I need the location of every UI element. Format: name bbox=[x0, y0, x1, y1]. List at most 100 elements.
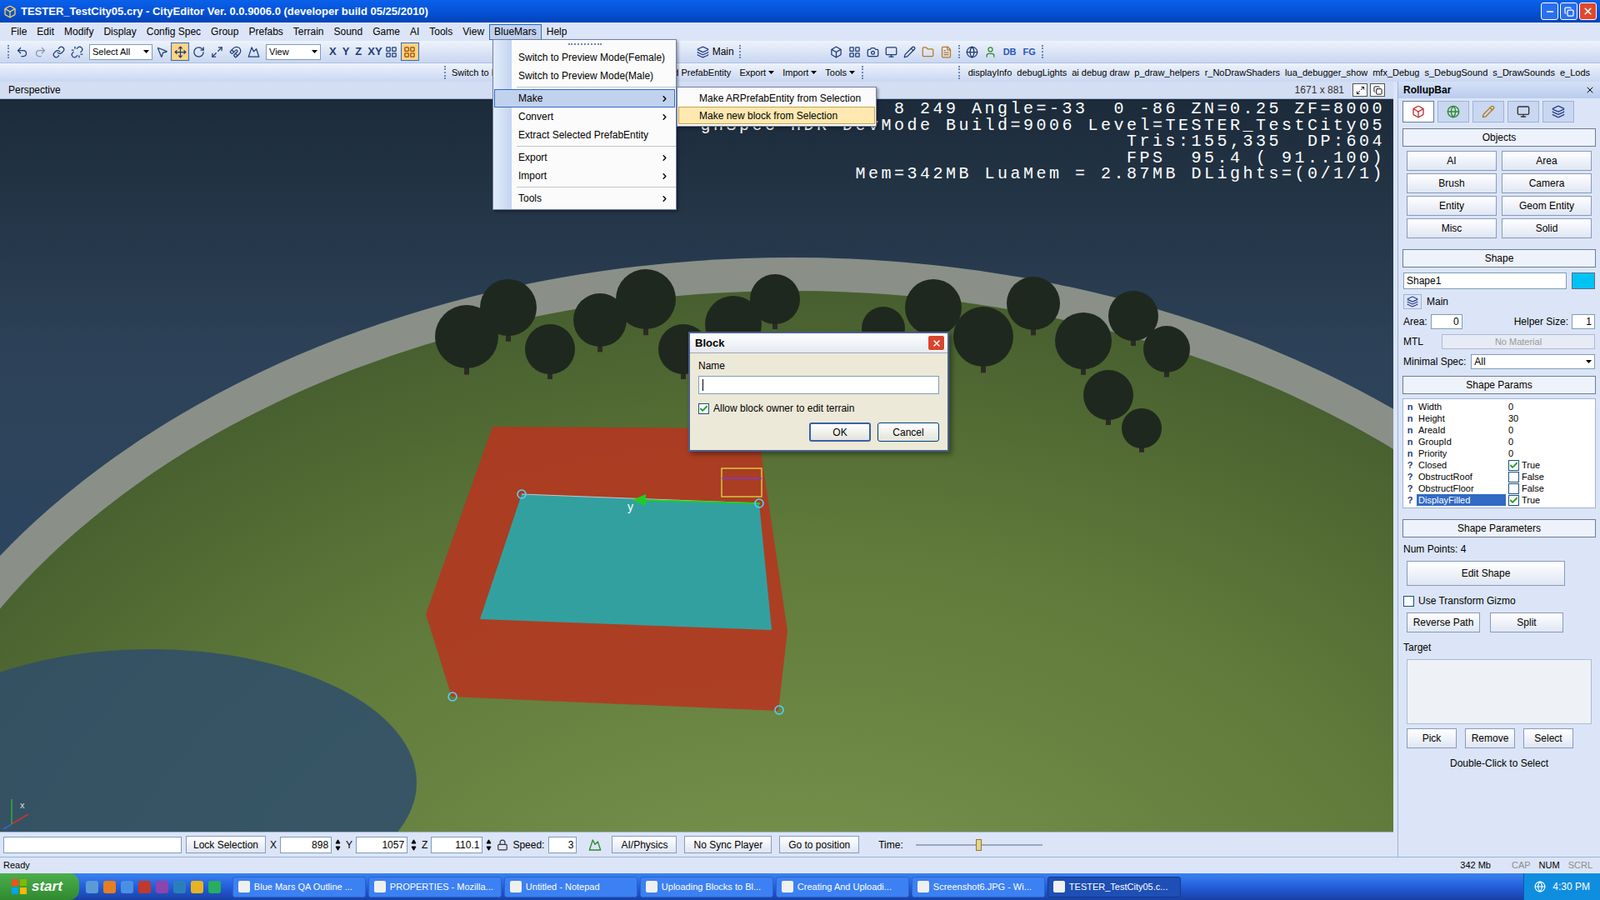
coord-input[interactable]: 1057 bbox=[355, 836, 408, 854]
menu-bar-item[interactable]: Edit bbox=[31, 24, 60, 40]
allow-terrain-option[interactable]: Allow block owner to edit terrain bbox=[698, 400, 940, 416]
rollup-tab[interactable] bbox=[1507, 100, 1540, 123]
rollup-button[interactable]: Select bbox=[1523, 728, 1574, 749]
viewport-restore-button[interactable] bbox=[1370, 83, 1385, 97]
menu-bar-item[interactable]: Tools bbox=[424, 24, 458, 40]
param-checkbox[interactable] bbox=[1508, 471, 1520, 483]
menu-bar-item[interactable]: Game bbox=[367, 24, 405, 40]
layer-button[interactable]: Main bbox=[694, 44, 737, 60]
toolbar-grip[interactable] bbox=[1041, 45, 1045, 59]
folder-button[interactable] bbox=[919, 42, 938, 61]
spin-button[interactable] bbox=[410, 837, 418, 853]
dialog-button[interactable]: Cancel bbox=[877, 422, 940, 442]
redo-button[interactable] bbox=[30, 42, 50, 61]
terrain-button[interactable] bbox=[244, 42, 263, 61]
name-input[interactable] bbox=[698, 375, 940, 395]
restore-button[interactable] bbox=[1560, 2, 1578, 20]
param-row[interactable]: nGroupId0 bbox=[1403, 435, 1595, 448]
monitor-button[interactable] bbox=[882, 42, 901, 61]
toolbar-grip[interactable] bbox=[861, 65, 865, 80]
viewport-label[interactable]: Perspective bbox=[8, 82, 61, 98]
console-var-button[interactable]: ai debug draw bbox=[1071, 65, 1130, 80]
rollup-button[interactable]: Geom Entity bbox=[1501, 195, 1592, 216]
console-var-button[interactable]: displayInfo bbox=[968, 65, 1013, 80]
toolbar-tag-button[interactable]: FG bbox=[1020, 45, 1040, 60]
rotate-button[interactable] bbox=[189, 42, 208, 61]
toolbar-tag-button[interactable]: DB bbox=[1000, 45, 1020, 60]
title-bar[interactable]: TESTER_TestCity05.cry - CityEditor Ver. … bbox=[0, 0, 1600, 23]
axis-toggle[interactable]: XY bbox=[367, 43, 382, 60]
rollup-button[interactable]: Brush bbox=[1406, 173, 1497, 194]
toolbar-grip[interactable] bbox=[444, 65, 447, 80]
player-button[interactable] bbox=[981, 42, 1000, 61]
toolbar-grip[interactable] bbox=[958, 65, 961, 80]
axis-toggle[interactable]: Y bbox=[342, 43, 350, 60]
menu-item[interactable]: Convert bbox=[494, 107, 675, 126]
transform-gizmo-checkbox[interactable] bbox=[1403, 595, 1415, 607]
quick-launch-icon[interactable] bbox=[103, 880, 116, 894]
toolbar-grip[interactable] bbox=[7, 45, 10, 59]
param-row[interactable]: nWidth0 bbox=[1403, 400, 1595, 413]
allow-terrain-checkbox[interactable] bbox=[698, 403, 710, 415]
param-checkbox[interactable] bbox=[1508, 460, 1520, 471]
console-var-button[interactable]: mfx_Debug bbox=[1372, 65, 1420, 80]
console-var-button[interactable]: r_NoDrawShaders bbox=[1205, 65, 1280, 80]
view-combo[interactable]: View bbox=[265, 44, 321, 60]
spin-button[interactable] bbox=[485, 837, 493, 853]
taskbar-task[interactable]: Untitled - Notepad bbox=[504, 876, 638, 898]
layer-button[interactable] bbox=[1403, 294, 1422, 310]
link-button[interactable] bbox=[49, 42, 68, 61]
quick-launch-icon[interactable] bbox=[85, 880, 99, 894]
shape-name-input[interactable]: Shape1 bbox=[1403, 272, 1567, 290]
submenu-item[interactable]: Make new block from Selection bbox=[678, 106, 875, 125]
menu-bar-item[interactable]: File bbox=[5, 24, 32, 40]
menu-item[interactable]: Switch to Preview Mode(Female) bbox=[494, 48, 675, 67]
param-checkbox[interactable] bbox=[1508, 483, 1520, 495]
menu-item[interactable]: Tools bbox=[494, 189, 675, 208]
speed-input[interactable]: 3 bbox=[548, 836, 577, 854]
console-var-button[interactable]: e_Lods bbox=[1560, 65, 1590, 80]
viewport[interactable]: yx8 249 Angle=-33 0 -86 ZN=0.25 ZF=8000g… bbox=[0, 99, 1394, 832]
tray-icon[interactable] bbox=[1534, 880, 1546, 893]
param-row[interactable]: nHeight30 bbox=[1403, 412, 1595, 425]
section-header[interactable]: Shape bbox=[1402, 249, 1596, 268]
rollup-button[interactable]: Remove bbox=[1465, 728, 1515, 749]
bottom-bar-button[interactable]: Go to position bbox=[779, 835, 860, 854]
console-var-button[interactable]: debugLights bbox=[1016, 65, 1067, 80]
time-slider-thumb[interactable] bbox=[975, 839, 982, 851]
select-button[interactable] bbox=[152, 42, 171, 61]
dialog-button[interactable]: OK bbox=[809, 422, 871, 442]
submenu-item[interactable]: Make ARPrefabEntity from Selection bbox=[678, 89, 875, 107]
material-button[interactable]: No Material bbox=[1441, 334, 1595, 350]
viewport-maximize-button[interactable] bbox=[1352, 83, 1368, 97]
time-slider[interactable] bbox=[915, 838, 1043, 852]
dialog-title-bar[interactable]: Block bbox=[690, 333, 948, 354]
edit-button[interactable] bbox=[900, 42, 920, 61]
console-var-button[interactable]: s_DebugSound bbox=[1424, 65, 1488, 80]
rollup-button[interactable]: Split bbox=[1490, 612, 1564, 633]
quick-launch-icon[interactable] bbox=[208, 880, 221, 894]
globe-button[interactable] bbox=[963, 42, 982, 61]
rollup-tab[interactable] bbox=[1402, 100, 1435, 123]
rollup-button[interactable]: Reverse Path bbox=[1406, 612, 1480, 633]
taskbar-task[interactable]: TESTER_TestCity05.c... bbox=[1047, 876, 1181, 898]
select-combo[interactable]: Select All bbox=[89, 44, 153, 60]
menu-bar-item[interactable]: AI bbox=[405, 24, 425, 40]
rollup-button[interactable]: Solid bbox=[1501, 218, 1592, 239]
grid-snap-button[interactable] bbox=[400, 42, 420, 61]
quick-launch-icon[interactable] bbox=[138, 880, 151, 894]
rollup-button[interactable]: Camera bbox=[1501, 173, 1592, 194]
param-row[interactable]: nAreaId0 bbox=[1403, 424, 1595, 436]
taskbar-task[interactable]: Creating And Uploadi... bbox=[775, 876, 910, 898]
taskbar-task[interactable]: Screenshot6.JPG - Wi... bbox=[911, 876, 1045, 898]
area-input[interactable]: 0 bbox=[1430, 314, 1463, 330]
section-header[interactable]: Shape Params bbox=[1402, 375, 1596, 395]
quick-launch-icon[interactable] bbox=[190, 880, 204, 894]
menu-bar-item[interactable]: Config Spec bbox=[141, 24, 206, 40]
menu-item[interactable]: Import bbox=[494, 166, 675, 185]
menu-bar-item[interactable]: Display bbox=[98, 24, 141, 40]
menu-bar-item[interactable]: Group bbox=[205, 24, 244, 40]
section-header[interactable]: Shape Parameters bbox=[1402, 519, 1596, 538]
param-row[interactable]: ?ObstructFloorFalse bbox=[1403, 482, 1595, 495]
dialog-close-button[interactable] bbox=[927, 335, 945, 351]
